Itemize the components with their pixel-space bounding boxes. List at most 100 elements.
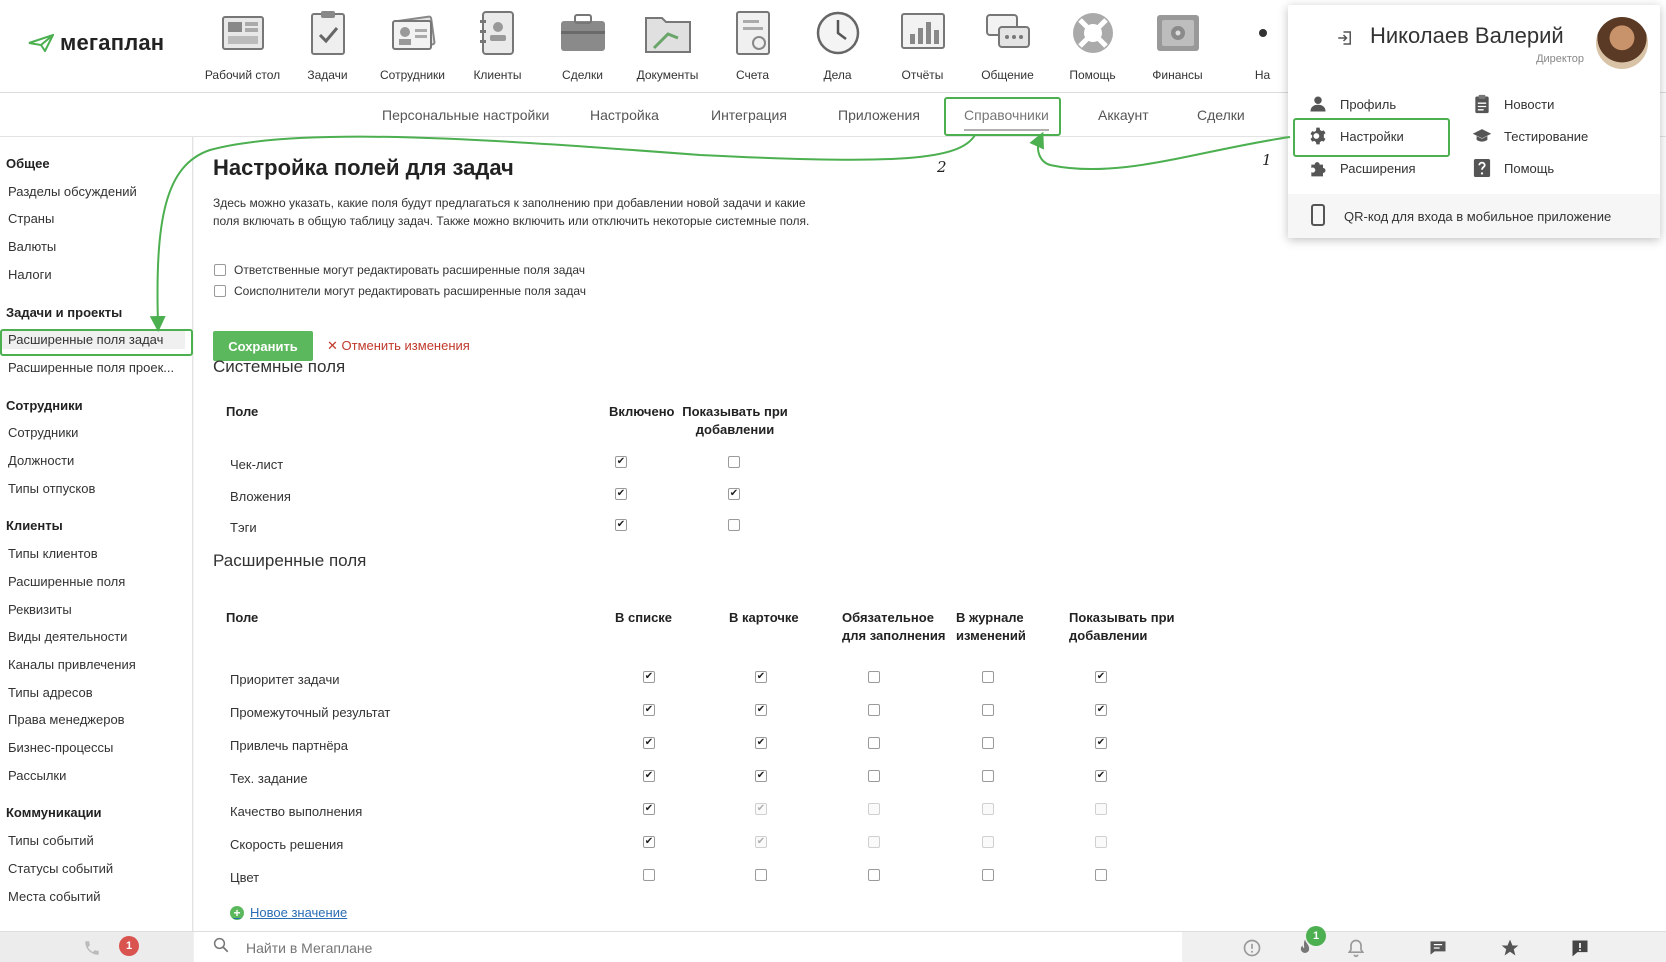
sidebar-group-heading: Сотрудники [6, 397, 83, 413]
bell-icon[interactable] [1346, 938, 1366, 958]
module-label: Сделки [562, 68, 603, 82]
extended-field-checkbox[interactable] [643, 770, 655, 782]
sidebar-item[interactable]: Бизнес-процессы [0, 739, 185, 757]
module-reports[interactable]: Отчёты [880, 8, 965, 82]
tab-5[interactable]: Аккаунт [1098, 107, 1149, 123]
extended-field-checkbox[interactable] [643, 836, 655, 848]
extended-field-checkbox[interactable] [868, 671, 880, 683]
sidebar-item[interactable]: Типы клиентов [0, 545, 185, 563]
sidebar-item[interactable]: Страны [0, 210, 185, 228]
star-icon[interactable] [1500, 938, 1520, 958]
extended-field-checkbox[interactable] [643, 869, 655, 881]
cancel-changes-link[interactable]: ✕ Отменить изменения [327, 338, 470, 354]
sidebar-item[interactable]: Рассылки [0, 767, 185, 785]
extended-field-checkbox[interactable] [868, 869, 880, 881]
message-icon[interactable] [1428, 938, 1448, 958]
module-chat[interactable]: Общение [965, 8, 1050, 82]
user-name[interactable]: Николаев Валерий [1370, 23, 1564, 49]
system-field-checkbox[interactable] [615, 456, 627, 468]
tab-3[interactable]: Приложения [838, 107, 920, 123]
tab-2[interactable]: Интеграция [711, 107, 787, 123]
module-safe[interactable]: Финансы [1135, 8, 1220, 82]
phone-icon[interactable] [82, 938, 102, 958]
module-deals[interactable]: Сделки [540, 8, 625, 82]
extended-field-checkbox[interactable] [1095, 869, 1107, 881]
module-clients[interactable]: Клиенты [455, 8, 540, 82]
menu-item-puzzle[interactable]: Расширения [1308, 158, 1416, 178]
module-documents[interactable]: Документы [625, 8, 710, 82]
extended-field-checkbox[interactable] [982, 737, 994, 749]
extended-field-checkbox[interactable] [1095, 737, 1107, 749]
tab-6[interactable]: Сделки [1197, 107, 1245, 123]
sidebar-item[interactable]: Типы адресов [0, 684, 185, 702]
new-value-link[interactable]: + Новое значение [230, 905, 347, 920]
extended-field-checkbox[interactable] [982, 704, 994, 716]
extended-field-checkbox[interactable] [643, 803, 655, 815]
option-checkbox[interactable] [214, 264, 226, 276]
bottom-left-panel: 1 [0, 932, 193, 962]
page-description: Здесь можно указать, какие поля будут пр… [213, 196, 810, 228]
system-field-checkbox[interactable] [728, 487, 740, 500]
alert-circle-icon[interactable] [1242, 938, 1262, 958]
sidebar-item[interactable]: Виды деятельности [0, 628, 185, 646]
system-field-checkbox[interactable] [615, 487, 627, 500]
qr-code-menu-item[interactable]: QR-код для входа в мобильное приложение [1288, 194, 1660, 238]
logo[interactable]: мегаплан [28, 30, 164, 56]
module-clock[interactable]: Дела [795, 8, 880, 82]
extended-field-checkbox[interactable] [982, 671, 994, 683]
logout-icon[interactable] [1336, 29, 1354, 47]
extended-field-checkbox[interactable] [1095, 704, 1107, 716]
sidebar-item[interactable]: Типы событий [0, 832, 185, 850]
extended-field-checkbox[interactable] [755, 737, 767, 749]
tab-1[interactable]: Настройка [590, 107, 659, 123]
sidebar-item[interactable]: Сотрудники [0, 424, 185, 442]
option-checkbox[interactable] [214, 285, 226, 297]
module-desktop[interactable]: Рабочий стол [200, 8, 285, 82]
option-row[interactable]: Ответственные могут редактировать расшир… [214, 263, 585, 277]
menu-item-question[interactable]: Помощь [1472, 158, 1554, 178]
menu-item-clipboard[interactable]: Новости [1472, 94, 1554, 114]
menu-item-graduation-cap[interactable]: Тестирование [1472, 126, 1588, 146]
sidebar-item[interactable]: Статусы событий [0, 860, 185, 878]
extended-field-checkbox[interactable] [755, 671, 767, 683]
sidebar-item[interactable]: Права менеджеров [0, 711, 185, 729]
option-row[interactable]: Соисполнители могут редактировать расшир… [214, 284, 586, 298]
module-tasks[interactable]: Задачи [285, 8, 370, 82]
extended-field-checkbox[interactable] [868, 704, 880, 716]
avatar[interactable] [1596, 17, 1648, 69]
global-search[interactable] [194, 932, 1182, 962]
extended-field-checkbox[interactable] [868, 770, 880, 782]
extended-field-checkbox[interactable] [982, 869, 994, 881]
system-field-checkbox[interactable] [728, 519, 740, 531]
extended-header: В списке [615, 610, 673, 625]
extended-field-checkbox[interactable] [643, 737, 655, 749]
feedback-icon[interactable] [1570, 938, 1590, 958]
sidebar-item[interactable]: Валюты [0, 238, 185, 256]
extended-field-checkbox[interactable] [982, 770, 994, 782]
system-field-checkbox[interactable] [728, 456, 740, 468]
extended-field-checkbox[interactable] [755, 869, 767, 881]
extended-field-checkbox[interactable] [1095, 671, 1107, 683]
module-employees[interactable]: Сотрудники [370, 8, 455, 82]
search-input[interactable] [246, 939, 646, 956]
extended-field-checkbox[interactable] [868, 737, 880, 749]
sidebar-item[interactable]: Расширенные поля проек... [0, 359, 185, 377]
extended-field-checkbox[interactable] [1095, 770, 1107, 782]
sidebar-item[interactable]: Реквизиты [0, 601, 185, 619]
module-invoices[interactable]: Счета [710, 8, 795, 82]
sidebar-item[interactable]: Должности [0, 452, 185, 470]
module-lifebuoy[interactable]: Помощь [1050, 8, 1135, 82]
extended-field-checkbox[interactable] [755, 704, 767, 716]
sidebar-item[interactable]: Разделы обсуждений [0, 183, 185, 201]
sidebar-item[interactable]: Налоги [0, 266, 185, 284]
tab-0[interactable]: Персональные настройки [382, 107, 549, 123]
sidebar-item[interactable]: Расширенные поля [0, 573, 185, 591]
sidebar-item[interactable]: Каналы привлечения [0, 656, 185, 674]
extended-field-checkbox[interactable] [643, 671, 655, 683]
sidebar-item[interactable]: Места событий [0, 888, 185, 906]
extended-field-checkbox[interactable] [643, 704, 655, 716]
system-field-checkbox[interactable] [615, 519, 627, 531]
sidebar-item[interactable]: Типы отпусков [0, 480, 185, 498]
menu-item-user[interactable]: Профиль [1308, 94, 1396, 114]
extended-field-checkbox[interactable] [755, 770, 767, 782]
